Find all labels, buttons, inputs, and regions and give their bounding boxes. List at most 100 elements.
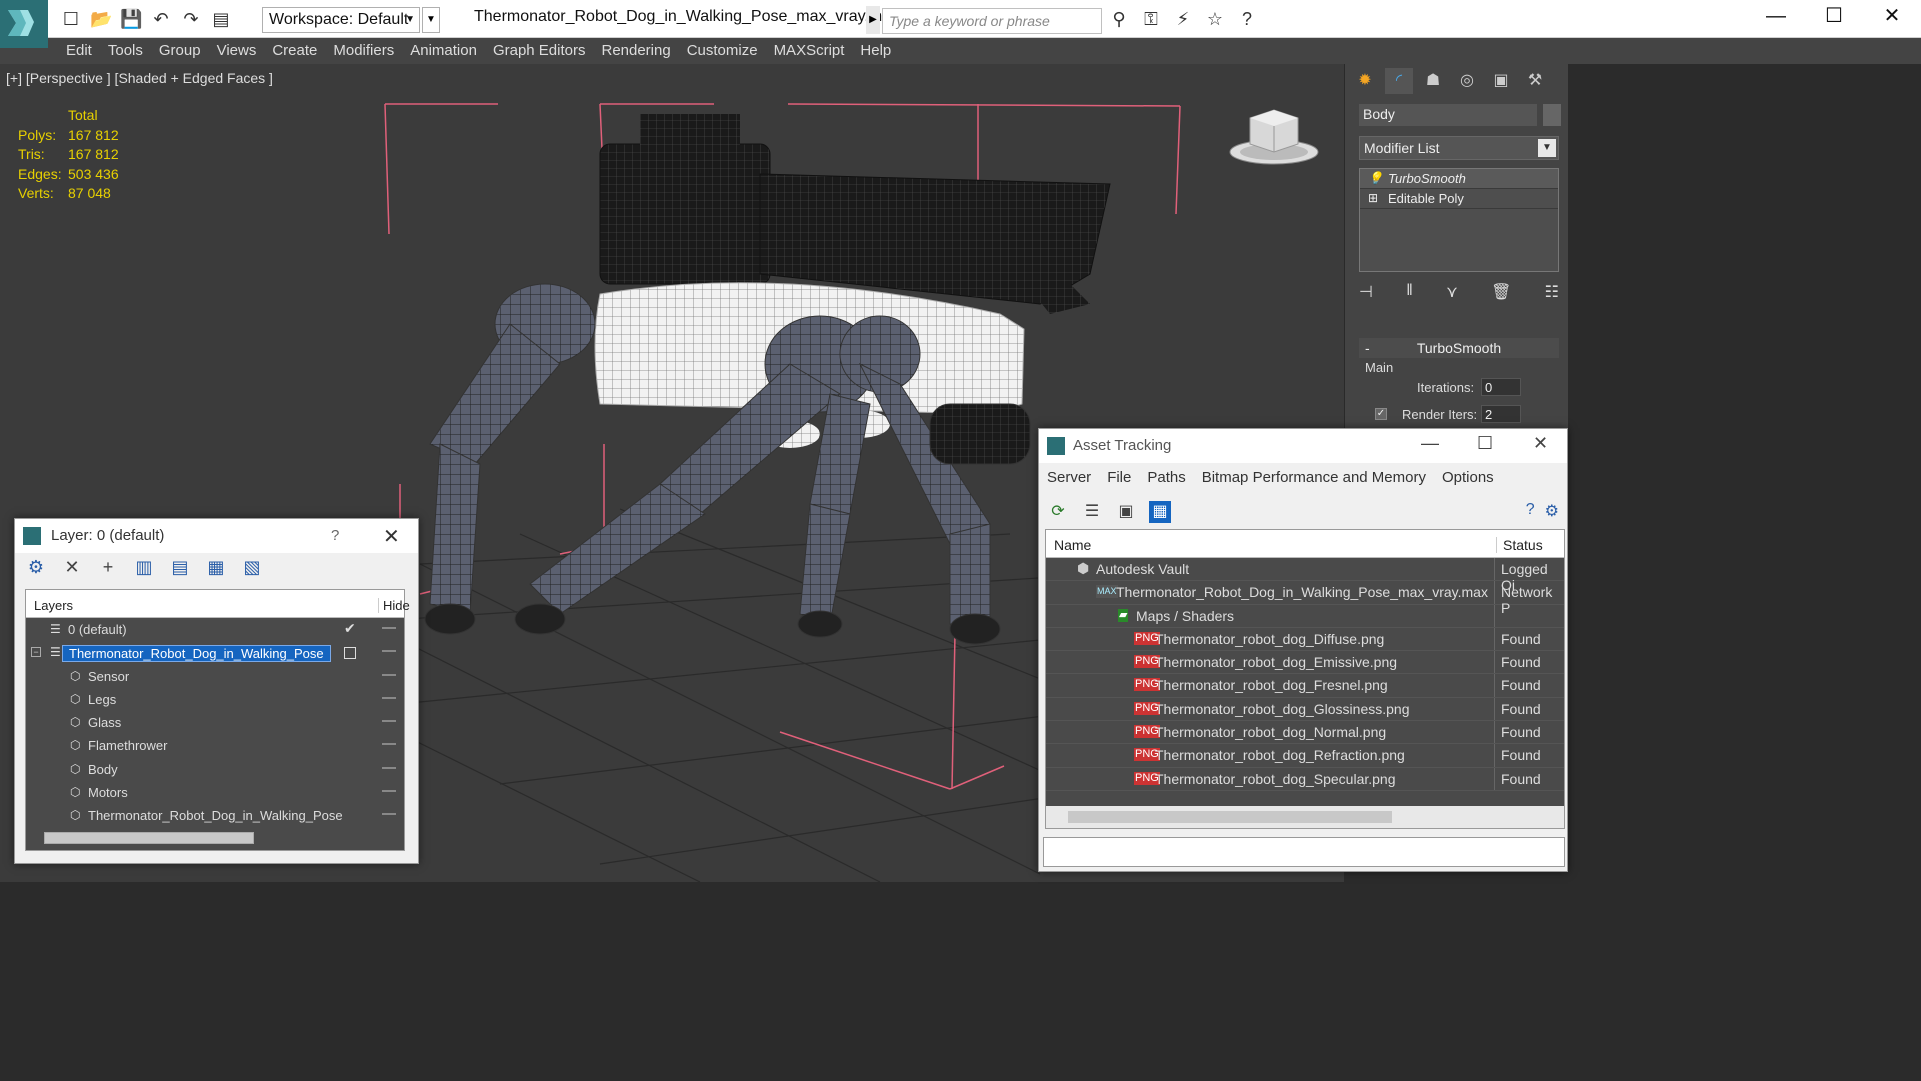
asset-row[interactable]: PNG Thermonator_robot_dog_Glossiness.png… — [1046, 697, 1564, 722]
settings-help-icon[interactable]: ⚙ — [1545, 501, 1559, 521]
new-file-icon[interactable]: ☐ — [60, 8, 82, 30]
checkmark-icon[interactable]: ✔ — [344, 620, 356, 637]
asset-row[interactable]: PNG Thermonator_robot_dog_Fresnel.png Fo… — [1046, 674, 1564, 698]
close-button[interactable]: ✕ — [1533, 433, 1548, 454]
object-color-swatch[interactable] — [1543, 104, 1561, 126]
hide-toggle[interactable] — [382, 696, 396, 699]
sign-in-icon[interactable]: ⚡ — [1172, 8, 1194, 30]
make-unique-icon[interactable]: ⋎ — [1446, 282, 1458, 302]
scrollbar-thumb[interactable] — [1068, 811, 1392, 823]
configure-modifier-sets-icon[interactable]: ☷ — [1545, 282, 1559, 302]
menu-file[interactable]: File — [1107, 469, 1131, 486]
menu-maxscript[interactable]: MAXScript — [774, 38, 858, 64]
show-end-result-icon[interactable]: ‖ — [1406, 282, 1413, 302]
hide-toggle[interactable] — [382, 673, 396, 676]
delete-layer-icon[interactable]: ✕ — [61, 557, 83, 581]
render-iters-spinner[interactable]: 2 — [1481, 405, 1521, 423]
asset-row[interactable]: ⬢ Autodesk Vault Logged Oi — [1046, 558, 1564, 593]
hide-toggle[interactable] — [382, 720, 396, 723]
workspace-menu-button[interactable]: ▼ — [422, 7, 440, 33]
hide-column-header[interactable]: Hide — [378, 598, 410, 613]
layer-row[interactable]: − ☰ Thermonator_Robot_Dog_in_Walking_Pos… — [26, 641, 404, 664]
asset-row[interactable]: PNG Thermonator_robot_dog_Normal.png Fou… — [1046, 721, 1564, 745]
app-logo-button[interactable] — [0, 0, 48, 48]
refresh-icon[interactable]: ⟳ — [1047, 501, 1069, 523]
close-icon[interactable]: ✕ — [383, 524, 400, 549]
highlight-layer-icon[interactable]: ▦ — [205, 557, 227, 581]
open-file-icon[interactable]: 📂 — [90, 8, 112, 30]
menu-paths[interactable]: Paths — [1147, 469, 1185, 486]
object-row[interactable]: ⬡ Legs — [26, 688, 404, 711]
close-button[interactable]: ✕ — [1863, 0, 1921, 32]
modify-tab-icon[interactable]: ◜ — [1385, 68, 1413, 94]
help-button[interactable]: ? — [331, 527, 339, 544]
menu-server[interactable]: Server — [1047, 469, 1091, 486]
status-column-header[interactable]: Status — [1496, 537, 1543, 553]
motion-tab-icon[interactable]: ◎ — [1453, 68, 1481, 94]
asset-row[interactable]: ▰ Maps / Shaders — [1046, 604, 1564, 628]
collapse-icon[interactable]: − — [31, 647, 41, 658]
hierarchy-tab-icon[interactable]: ☗ — [1419, 68, 1447, 94]
object-row[interactable]: ⬡ Body — [26, 758, 404, 781]
maximize-button[interactable]: ☐ — [1805, 0, 1863, 32]
menu-animation[interactable]: Animation — [410, 38, 490, 64]
redo-icon[interactable]: ↷ — [180, 8, 202, 30]
viewcube-icon[interactable] — [1228, 106, 1320, 168]
help-icon[interactable]: ? — [1236, 8, 1258, 30]
menu-tools[interactable]: Tools — [108, 38, 156, 64]
render-iters-checkbox[interactable]: ✓ — [1375, 408, 1387, 420]
object-row[interactable]: ⬡ Motors — [26, 781, 404, 804]
menu-modifiers[interactable]: Modifiers — [333, 38, 407, 64]
asset-row[interactable]: PNG Thermonator_robot_dog_Specular.png F… — [1046, 767, 1564, 791]
remove-modifier-icon[interactable]: 🗑 — [1491, 282, 1511, 302]
layers-column-header[interactable]: Layers — [34, 598, 73, 613]
pin-stack-icon[interactable]: ⊣ — [1359, 282, 1373, 302]
menu-options[interactable]: Options — [1442, 469, 1494, 486]
key-icon[interactable]: ⚿ — [1140, 8, 1162, 30]
asset-path-field[interactable] — [1043, 837, 1565, 867]
minimize-button[interactable]: — — [1421, 433, 1439, 454]
name-column-header[interactable]: Name — [1054, 537, 1091, 553]
stack-item-turbosmooth[interactable]: 💡 TurboSmooth — [1360, 169, 1558, 189]
search-input[interactable]: Type a keyword or phrase — [882, 8, 1102, 34]
asset-row[interactable]: MAX Thermonator_Robot_Dog_in_Walking_Pos… — [1046, 581, 1564, 616]
maximize-button[interactable]: ☐ — [1477, 433, 1493, 454]
thumbnail-view-icon[interactable]: ▣ — [1115, 501, 1137, 523]
object-row[interactable]: ⬡ Sensor — [26, 665, 404, 688]
menu-rendering[interactable]: Rendering — [601, 38, 683, 64]
table-view-icon[interactable]: ▦ — [1149, 501, 1171, 523]
hide-freeze-icon[interactable]: ▧ — [241, 557, 263, 581]
menu-customize[interactable]: Customize — [687, 38, 771, 64]
horizontal-scrollbar[interactable] — [44, 832, 254, 844]
minimize-button[interactable]: — — [1747, 0, 1805, 32]
menu-edit[interactable]: Edit — [66, 38, 105, 64]
object-row[interactable]: ⬡ Flamethrower — [26, 734, 404, 757]
lightbulb-icon[interactable]: 💡 — [1368, 171, 1383, 185]
list-view-icon[interactable]: ☰ — [1081, 501, 1103, 523]
hide-toggle[interactable] — [382, 627, 396, 629]
save-icon[interactable]: 💾 — [120, 8, 142, 30]
object-row[interactable]: ⬡ Glass — [26, 711, 404, 734]
project-icon[interactable]: ▤ — [210, 8, 232, 30]
menu-help[interactable]: Help — [860, 38, 904, 64]
asset-row[interactable]: PNG Thermonator_robot_dog_Emissive.png F… — [1046, 651, 1564, 675]
binoculars-icon[interactable]: ⚲ — [1108, 8, 1130, 30]
asset-row[interactable]: PNG Thermonator_robot_dog_Refraction.png… — [1046, 744, 1564, 768]
workspace-select[interactable]: Workspace: Default ▼ — [262, 7, 420, 33]
menu-graph-editors[interactable]: Graph Editors — [493, 38, 599, 64]
iterations-spinner[interactable]: 0 — [1481, 378, 1521, 396]
menu-group[interactable]: Group — [159, 38, 214, 64]
turbosmooth-rollout-header[interactable]: - TurboSmooth — [1359, 338, 1559, 358]
layer-row[interactable]: ☰ 0 (default) ✔ — [26, 618, 404, 641]
help-icon[interactable]: ? — [1526, 501, 1535, 521]
layer-settings-icon[interactable]: ⚙ — [25, 557, 47, 581]
stack-item-editable-poly[interactable]: ⊞ Editable Poly — [1360, 189, 1558, 209]
hide-toggle[interactable] — [382, 650, 396, 653]
star-icon[interactable]: ☆ — [1204, 8, 1226, 30]
hide-toggle[interactable] — [382, 766, 396, 769]
asset-row[interactable]: PNG Thermonator_robot_dog_Diffuse.png Fo… — [1046, 627, 1564, 652]
add-to-layer-icon[interactable]: ▥ — [133, 557, 155, 581]
expand-plus-icon[interactable]: ⊞ — [1368, 191, 1378, 205]
modifier-list-dropdown[interactable]: Modifier List ▼ — [1359, 136, 1559, 160]
undo-icon[interactable]: ↶ — [150, 8, 172, 30]
